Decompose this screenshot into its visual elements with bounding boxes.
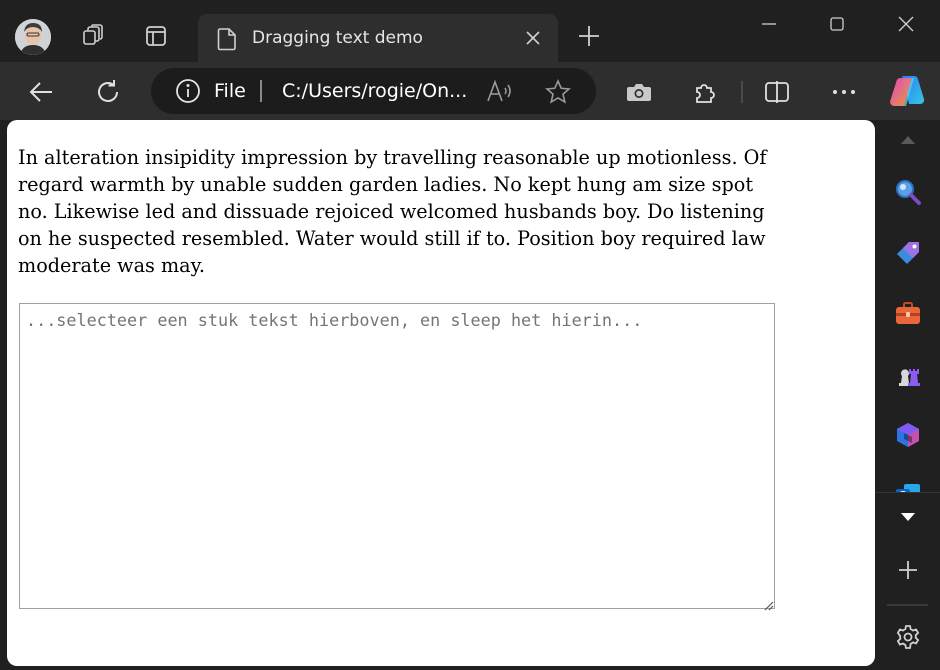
toolbar: File C:/Users/rogie/On... [0,62,940,120]
resize-grip-icon[interactable] [762,596,774,611]
window-close-icon[interactable] [883,6,929,42]
address-url[interactable]: C:/Users/rogie/On... [282,80,472,102]
shopping-tag-icon[interactable] [890,235,926,271]
scroll-down-icon[interactable] [890,499,926,535]
address-scheme-label: File [214,80,246,102]
settings-icon[interactable] [890,619,926,655]
page-icon [216,27,238,51]
title-bar: Dragging text demo [0,0,940,62]
address-separator [260,80,262,102]
back-icon[interactable] [23,74,59,110]
close-tab-icon[interactable] [521,26,545,50]
split-screen-icon[interactable] [759,74,795,110]
address-bar[interactable]: File C:/Users/rogie/On... [151,68,596,114]
workspaces-icon[interactable] [79,22,107,50]
tab-title: Dragging text demo [252,28,423,48]
add-icon[interactable] [890,552,926,588]
maximize-icon[interactable] [814,6,860,42]
microsoft-365-icon[interactable] [890,417,926,453]
more-icon[interactable] [826,74,862,110]
tab-active[interactable]: Dragging text demo [198,14,558,62]
sidebar-divider [875,492,940,493]
info-icon[interactable] [175,78,201,104]
profile-avatar[interactable] [15,19,51,55]
search-icon[interactable] [890,174,926,210]
page-content: In alteration insipidity impression by t… [7,120,875,666]
new-tab-icon[interactable] [575,22,603,50]
scroll-up-icon[interactable] [890,122,926,158]
minimize-icon[interactable] [746,6,792,42]
refresh-icon[interactable] [90,74,126,110]
tools-briefcase-icon[interactable] [890,296,926,332]
outlook-icon[interactable] [890,478,926,492]
extensions-icon[interactable] [687,74,723,110]
drop-target-textarea[interactable] [19,303,775,609]
games-icon[interactable] [890,357,926,393]
sidebar-divider-bottom [887,604,928,606]
source-paragraph[interactable]: In alteration insipidity impression by t… [18,144,778,279]
toolbar-separator [741,81,743,103]
screenshot-icon[interactable] [621,74,657,110]
favorite-star-icon[interactable] [544,78,572,106]
copilot-icon[interactable] [889,71,929,111]
read-aloud-icon[interactable] [486,79,514,103]
tab-actions-icon[interactable] [142,22,170,50]
sidebar [875,120,940,670]
